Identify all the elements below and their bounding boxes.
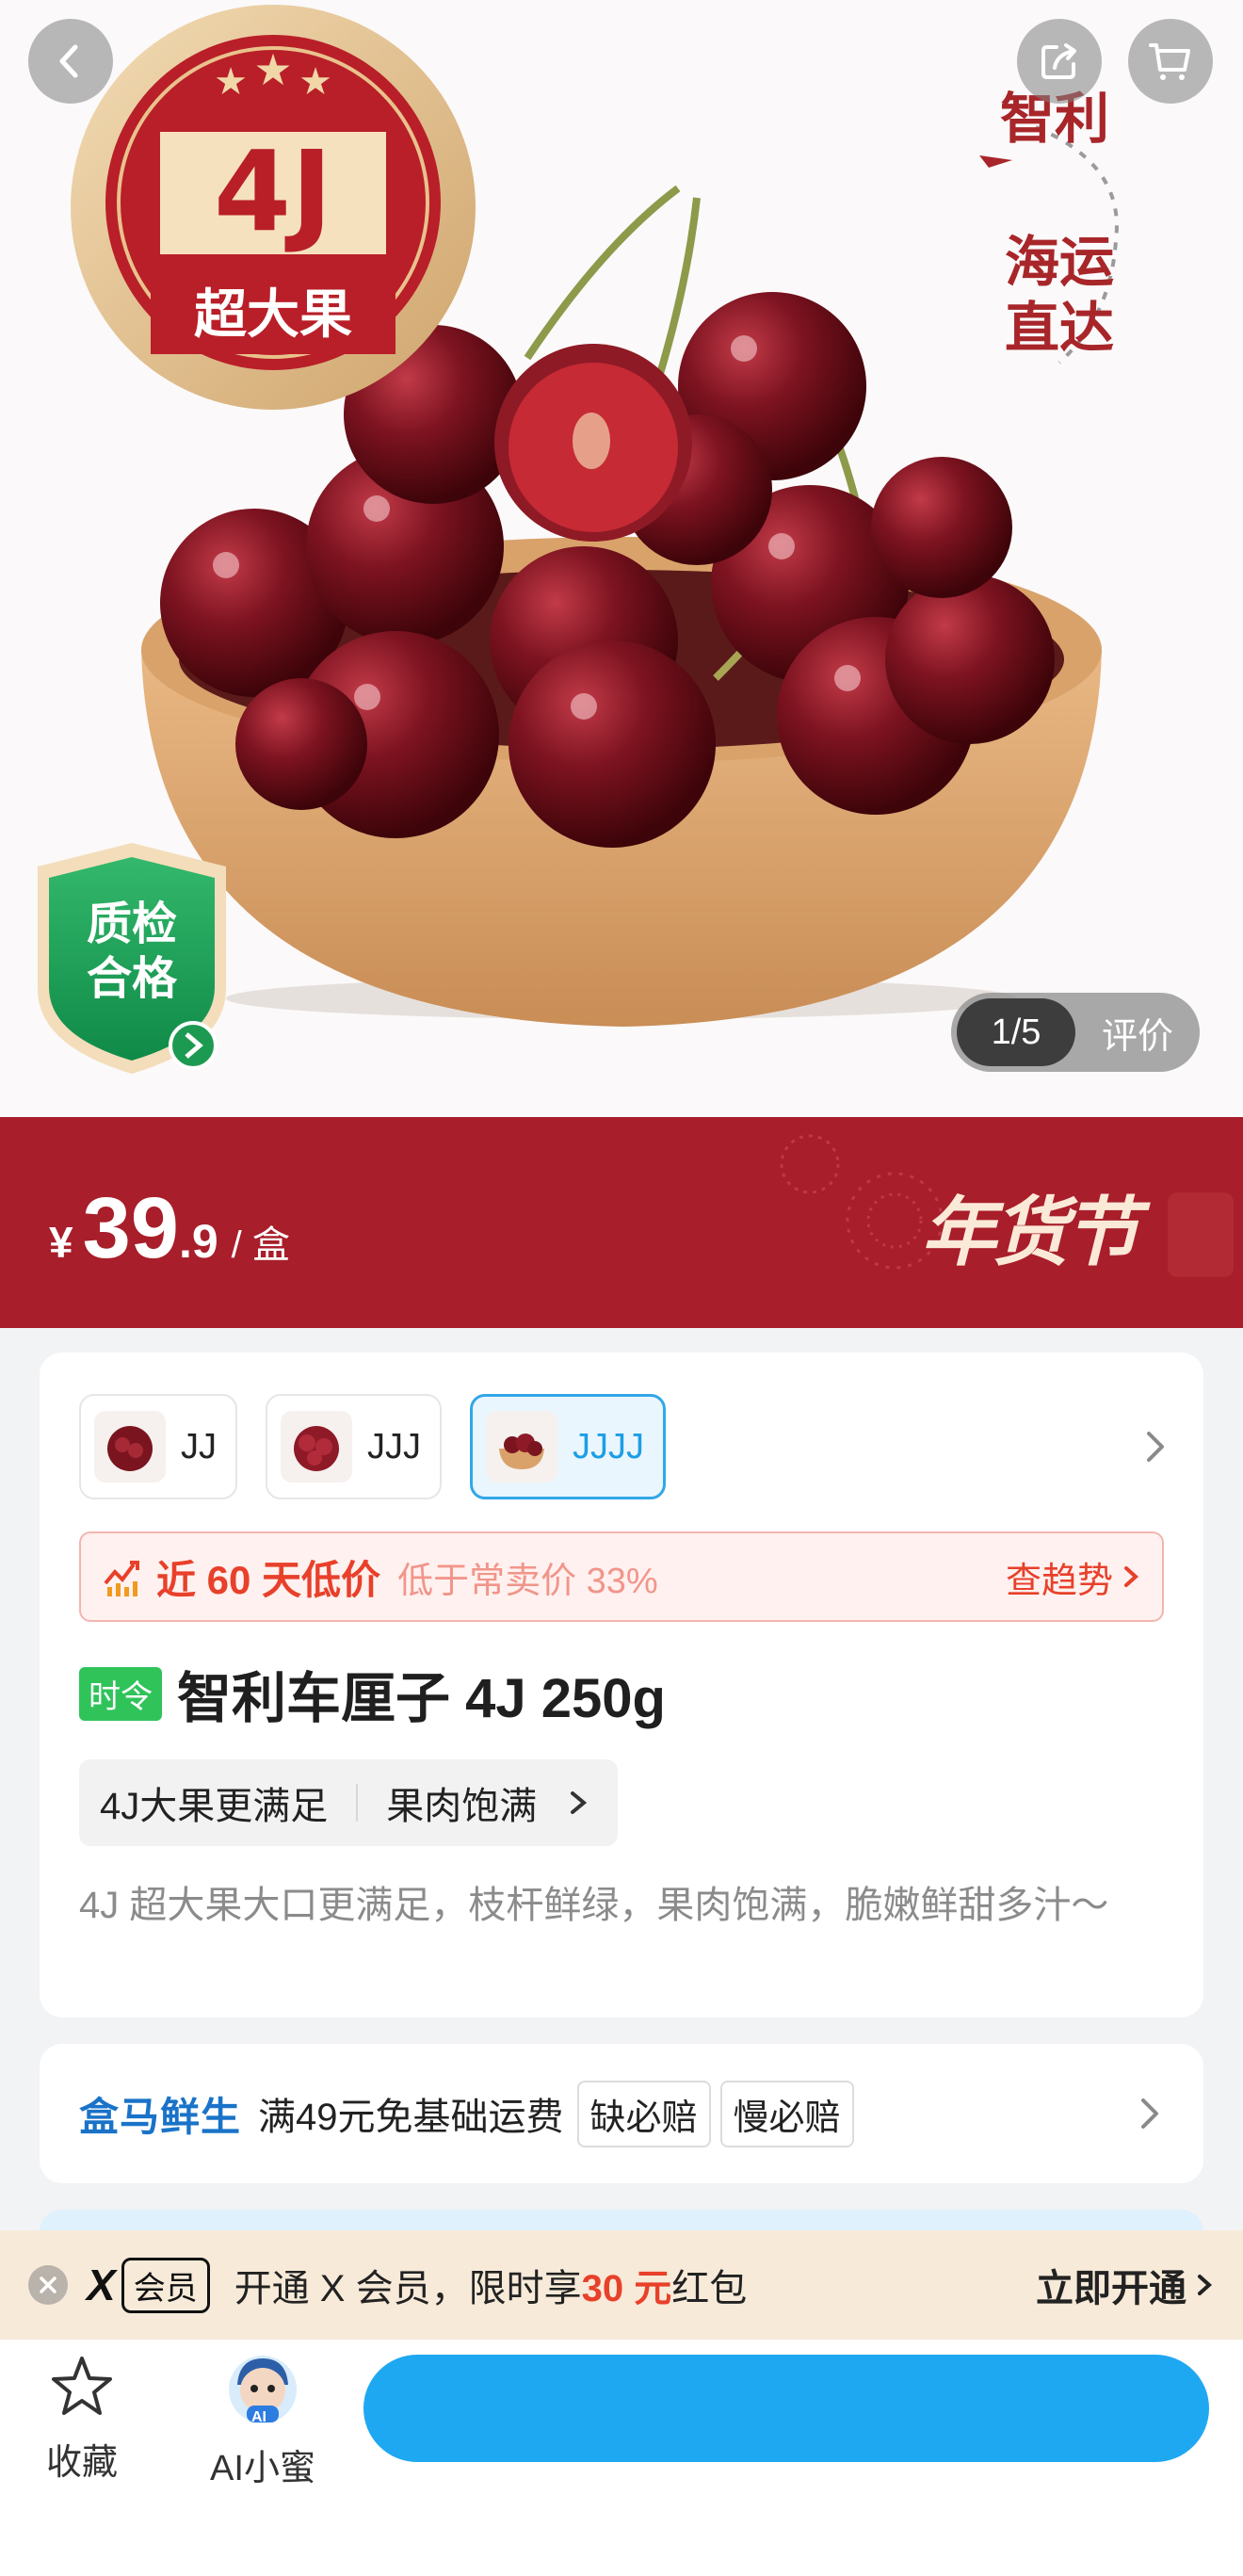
product-info-card: JJ JJJ JJJJ 近 60 天低价 低于常卖价 33% 查趋势 时令 智利… bbox=[40, 1353, 1203, 2017]
shipping-label-1: 海运 bbox=[1004, 230, 1114, 294]
variant-thumbnail bbox=[94, 1411, 166, 1482]
star-icon bbox=[52, 2357, 112, 2415]
feature-chip: 4J大果更满足 bbox=[100, 1786, 329, 1827]
review-tab[interactable]: 评价 bbox=[1075, 1007, 1200, 1059]
chevron-right-icon bbox=[1141, 2098, 1158, 2129]
shipping-label-2: 直达 bbox=[1004, 296, 1114, 360]
cart-icon bbox=[1149, 43, 1190, 80]
ai-assistant-button[interactable]: AI AI小蜜 bbox=[192, 2353, 333, 2490]
membership-promo-bar[interactable]: X 会员 开通 X 会员，限时享 30 元 红包 立即开通 bbox=[0, 2230, 1243, 2340]
close-promo-button[interactable] bbox=[28, 2265, 68, 2305]
variant-option-jj[interactable]: JJ bbox=[79, 1394, 237, 1499]
badge-size-text: 4J bbox=[213, 126, 332, 256]
feature-chip: 果肉饱满 bbox=[386, 1786, 538, 1827]
svg-text:★: ★ bbox=[253, 45, 292, 94]
qc-label-2: 合格 bbox=[86, 952, 177, 1005]
promo-text: 开通 X 会员，限时享 bbox=[234, 2268, 582, 2309]
low-price-title: 近 60 天低价 bbox=[156, 1557, 381, 1602]
view-trend-link[interactable]: 查趋势 bbox=[1006, 1551, 1141, 1603]
view-trend-label: 查趋势 bbox=[1005, 1561, 1113, 1601]
gallery-page-count: 1/5 bbox=[957, 998, 1075, 1066]
low-price-banner[interactable]: 近 60 天低价 低于常卖价 33% 查趋势 bbox=[79, 1531, 1164, 1622]
favorite-button[interactable]: 收藏 bbox=[11, 2353, 153, 2485]
store-brand: 盒马鲜生 bbox=[79, 2094, 242, 2139]
price-integer: 39 bbox=[82, 1180, 179, 1276]
shipping-card[interactable]: 盒马鲜生 满49元免基础运费 缺必赔 慢必赔 bbox=[40, 2044, 1203, 2183]
x-member-logo: X bbox=[87, 2260, 116, 2309]
festival-logo: 年货节 bbox=[921, 1188, 1139, 1276]
share-button[interactable] bbox=[1017, 19, 1102, 104]
gallery-pager[interactable]: 1/5 评价 bbox=[951, 993, 1200, 1072]
free-shipping-text: 满49元免基础运费 bbox=[258, 2097, 564, 2138]
bottom-action-bar: 收藏 AI AI小蜜 bbox=[0, 2340, 1243, 2576]
variant-thumbnail bbox=[486, 1411, 557, 1482]
svg-text:★: ★ bbox=[214, 61, 248, 103]
variant-selector: JJ JJJ JJJJ bbox=[79, 1394, 666, 1499]
guarantee-badge: 慢必赔 bbox=[719, 2080, 854, 2147]
price-banner: ¥ 39 .9 / 盒 年货节 bbox=[0, 1117, 1243, 1328]
price-unit: / 盒 bbox=[231, 1224, 290, 1266]
member-tag: 会员 bbox=[121, 2257, 210, 2313]
price-decimal: .9 bbox=[178, 1215, 218, 1268]
variant-option-jjjj[interactable]: JJJJ bbox=[470, 1394, 666, 1499]
purchase-button[interactable] bbox=[363, 2355, 1209, 2462]
price-display: ¥ 39 .9 / 盒 bbox=[49, 1179, 290, 1278]
join-member-label: 立即开通 bbox=[1036, 2268, 1186, 2309]
close-icon bbox=[40, 2276, 56, 2293]
share-icon bbox=[1041, 43, 1076, 79]
guarantee-badge: 缺必赔 bbox=[576, 2080, 711, 2147]
back-button[interactable] bbox=[28, 19, 113, 104]
ai-badge: AI bbox=[251, 2409, 266, 2425]
promo-amount: 30 元 bbox=[581, 2268, 672, 2309]
svg-text:★: ★ bbox=[299, 61, 332, 103]
chip-divider bbox=[356, 1784, 359, 1822]
qc-label-1: 质检 bbox=[86, 898, 177, 950]
low-price-detail: 低于常卖价 33% bbox=[397, 1561, 658, 1601]
chevron-right-icon bbox=[1124, 1566, 1138, 1587]
feature-chips[interactable]: 4J大果更满足 果肉饱满 bbox=[79, 1759, 619, 1846]
favorite-label: 收藏 bbox=[45, 2443, 118, 2483]
product-title-row: 时令 智利车厘子 4J 250g bbox=[79, 1654, 666, 1733]
badge-caption: 超大果 bbox=[194, 284, 352, 346]
variant-thumbnail bbox=[281, 1411, 352, 1482]
product-gallery[interactable]: ★ ★ ★ 4J 超大果 智利 海运 直达 质检 合格 1/5 评价 bbox=[0, 0, 1243, 1117]
product-description: 4J 超大果大口更满足，枝杆鲜绿，果肉饱满，脆嫩鲜甜多汁～ bbox=[79, 1885, 1109, 1926]
chevron-right-icon bbox=[571, 1791, 588, 1814]
trend-chart-icon bbox=[104, 1561, 139, 1596]
ai-assistant-label: AI小蜜 bbox=[210, 2449, 315, 2488]
price-currency: ¥ bbox=[49, 1218, 73, 1267]
variant-label: JJJ bbox=[367, 1426, 421, 1466]
product-title: 智利车厘子 4J 250g bbox=[177, 1668, 666, 1729]
chevron-right-icon[interactable] bbox=[1141, 1426, 1170, 1467]
variant-option-jjj[interactable]: JJJ bbox=[266, 1394, 442, 1499]
variant-label: JJJJ bbox=[573, 1426, 644, 1466]
cart-button[interactable] bbox=[1128, 19, 1213, 104]
promo-text-suffix: 红包 bbox=[671, 2268, 748, 2309]
chevron-left-icon bbox=[59, 44, 78, 78]
join-member-link[interactable]: 立即开通 bbox=[1036, 2258, 1215, 2312]
seasonal-tag: 时令 bbox=[79, 1666, 162, 1721]
variant-label: JJ bbox=[181, 1426, 217, 1466]
chevron-right-icon bbox=[1198, 2275, 1212, 2295]
